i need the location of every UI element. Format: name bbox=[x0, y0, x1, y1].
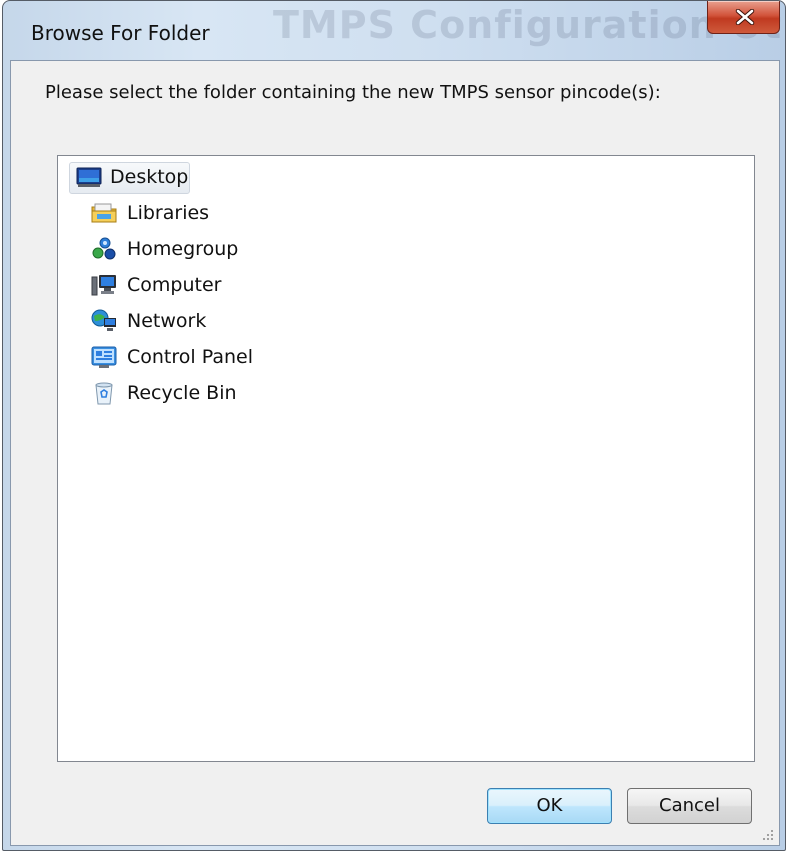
tree-item-label: Libraries bbox=[127, 202, 210, 224]
close-button[interactable] bbox=[707, 1, 780, 34]
tree-item-label: Recycle Bin bbox=[127, 382, 237, 404]
expand-arrow-icon[interactable] bbox=[73, 351, 81, 363]
tree-item-label: Desktop bbox=[110, 166, 189, 188]
expand-arrow-icon[interactable] bbox=[73, 207, 81, 219]
ok-button[interactable]: OK bbox=[487, 788, 612, 824]
cancel-button[interactable]: Cancel bbox=[627, 788, 752, 824]
title-bar[interactable]: TMPS Configuration Utility Browse For Fo… bbox=[3, 1, 785, 61]
tree-item-computer[interactable]: Computer bbox=[58, 268, 278, 302]
tree-item-label: Control Panel bbox=[127, 346, 253, 368]
tree-item-homegroup[interactable]: Homegroup bbox=[58, 232, 278, 266]
recycle-bin-icon bbox=[95, 382, 113, 405]
expand-arrow-icon[interactable] bbox=[73, 243, 81, 255]
resize-grip-icon[interactable] bbox=[760, 828, 774, 842]
computer-icon bbox=[91, 275, 116, 296]
expand-arrow-icon[interactable] bbox=[73, 315, 81, 327]
folder-tree[interactable]: Desktop Libraries Homegroup Computer Net… bbox=[57, 155, 755, 762]
tree-item-label: Computer bbox=[127, 274, 222, 296]
expand-arrow-icon[interactable] bbox=[73, 279, 81, 291]
homegroup-icon bbox=[92, 237, 116, 260]
tree-item-label: Homegroup bbox=[127, 238, 239, 260]
tree-item-control-panel[interactable]: Control Panel bbox=[58, 340, 298, 374]
libraries-icon bbox=[91, 203, 117, 223]
tree-item-desktop[interactable]: Desktop bbox=[58, 160, 258, 194]
close-icon bbox=[735, 9, 755, 25]
instruction-text: Please select the folder containing the … bbox=[45, 82, 661, 103]
window-title: Browse For Folder bbox=[31, 21, 210, 45]
tree-item-label: Network bbox=[127, 310, 207, 332]
tree-item-libraries[interactable]: Libraries bbox=[58, 196, 258, 230]
desktop-icon bbox=[76, 167, 102, 187]
control-panel-icon bbox=[91, 346, 117, 368]
network-icon bbox=[91, 309, 116, 331]
tree-item-network[interactable]: Network bbox=[58, 304, 278, 338]
tree-item-recycle-bin[interactable]: Recycle Bin bbox=[58, 376, 298, 410]
